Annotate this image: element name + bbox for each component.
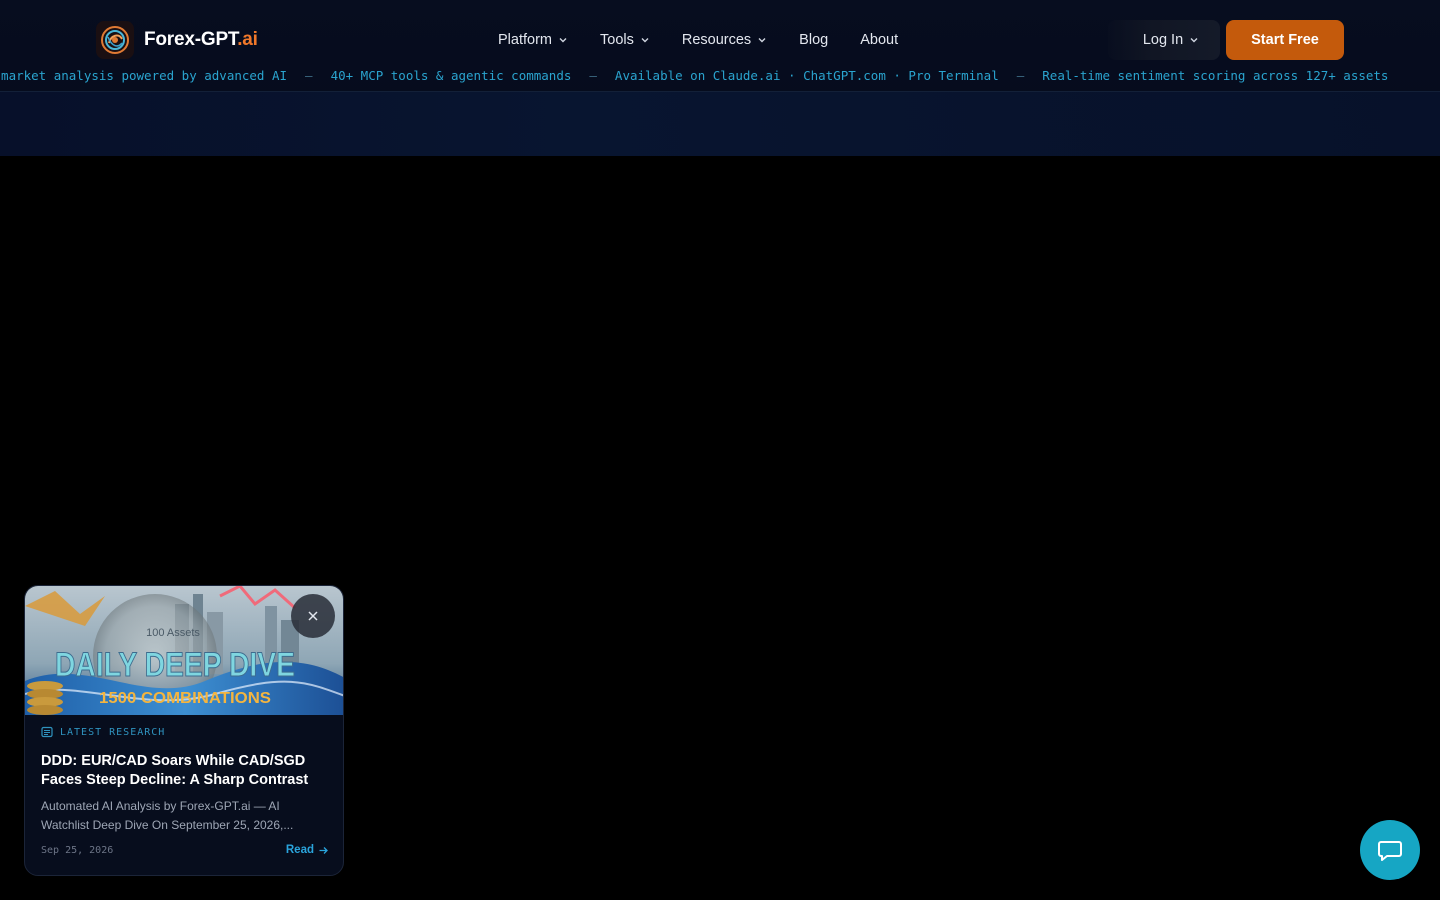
brand-name: Forex-GPT.ai [144, 29, 258, 50]
chevron-down-icon [758, 38, 766, 43]
feature-ticker: e market analysis powered by advanced AI… [0, 64, 1440, 92]
read-label: Read [285, 844, 314, 856]
nav-resources[interactable]: Resources [666, 24, 783, 56]
ticker-item: Real-time sentiment scoring across 127+ … [1042, 68, 1389, 83]
close-card-button[interactable] [291, 594, 335, 638]
research-card-footer: Sep 25, 2026 Read [41, 844, 329, 856]
chat-bubble-icon [1378, 841, 1402, 861]
ticker-item: e market analysis powered by advanced AI [0, 68, 288, 83]
logo-icon [96, 21, 134, 59]
latest-research-card[interactable]: 100 Assets DAILY DEEP DIVE 1500 COMBINAT… [24, 585, 344, 876]
brand-logo[interactable]: Forex-GPT.ai [96, 20, 258, 60]
ticker-separator: — [589, 68, 597, 83]
chat-launcher-button[interactable] [1360, 820, 1420, 880]
nav-platform[interactable]: Platform [482, 24, 584, 56]
header-backdrop [0, 92, 1440, 156]
start-free-button[interactable]: Start Free [1226, 20, 1344, 60]
research-title[interactable]: DDD: EUR/CAD Soars While CAD/SGD Faces S… [41, 752, 331, 790]
ticker-track: e market analysis powered by advanced AI… [0, 68, 1388, 83]
research-date: Sep 25, 2026 [41, 844, 114, 856]
chevron-down-icon [1190, 38, 1198, 43]
chevron-down-icon [559, 38, 567, 43]
ticker-separator: — [305, 68, 313, 83]
research-tag: LATEST RESEARCH [41, 726, 331, 738]
research-description: Automated AI Analysis by Forex-GPT.ai — … [41, 799, 294, 832]
login-label: Log In [1142, 32, 1184, 48]
thumbnail-subline: 1500 COMBINATIONS [99, 690, 271, 707]
nav-platform-label: Platform [498, 32, 552, 48]
nav-tools-label: Tools [600, 32, 634, 48]
thumbnail-headline: DAILY DEEP DIVE [55, 646, 295, 684]
ticker-separator: — [1016, 68, 1025, 83]
research-tag-label: LATEST RESEARCH [60, 726, 166, 738]
chevron-down-icon [641, 38, 649, 43]
read-link[interactable]: Read [286, 844, 329, 856]
research-card-body: LATEST RESEARCH DDD: EUR/CAD Soars While… [41, 726, 331, 835]
main-nav: Platform Tools Resources Blog About [482, 24, 914, 56]
brand-suffix: .ai [237, 29, 258, 50]
newspaper-icon [41, 726, 53, 738]
nav-blog[interactable]: Blog [783, 24, 844, 56]
nav-blog-label: Blog [799, 32, 829, 48]
login-button[interactable]: Log In [1108, 20, 1220, 60]
ticker-item: Available on Claude.ai · ChatGPT.com · P… [614, 68, 999, 83]
arrow-right-icon [319, 846, 328, 854]
nav-tools[interactable]: Tools [584, 24, 666, 56]
thumbnail-overline: 100 Assets [146, 627, 200, 639]
nav-about-label: About [860, 32, 899, 48]
ticker-item: 40+ MCP tools & agentic commands [330, 68, 572, 83]
nav-about[interactable]: About [844, 24, 914, 56]
site-header: Forex-GPT.ai Platform Tools Resources Bl… [0, 0, 1440, 156]
nav-resources-label: Resources [681, 32, 752, 48]
close-icon [308, 611, 318, 621]
